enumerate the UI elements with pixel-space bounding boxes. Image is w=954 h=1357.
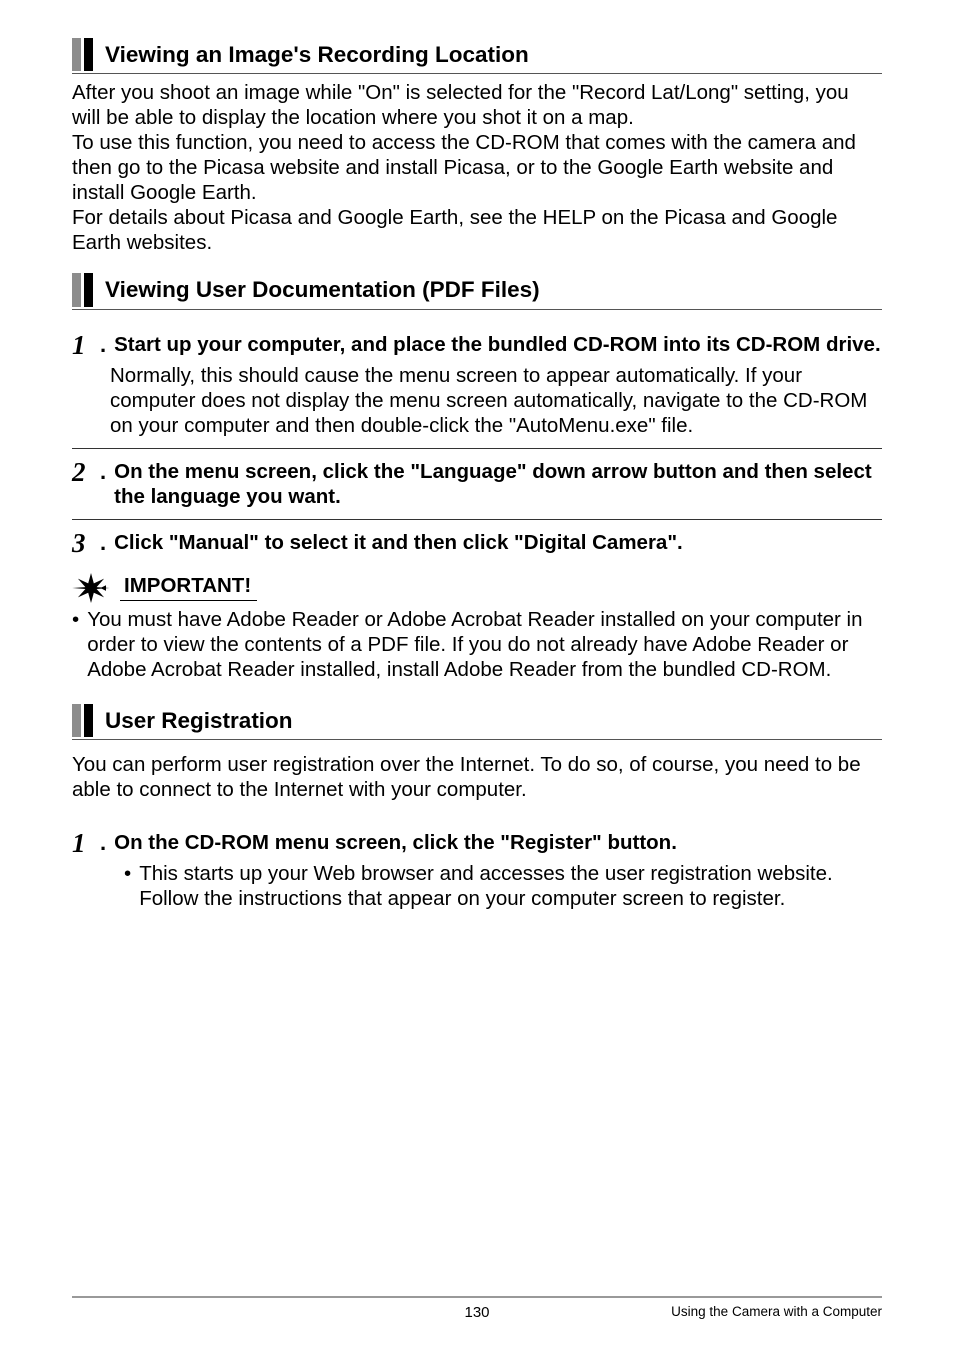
important-bullet: • You must have Adobe Reader or Adobe Ac… xyxy=(72,607,882,682)
sub-bullet-text: This starts up your Web browser and acce… xyxy=(139,861,882,911)
page-footer: 130 Using the Camera with a Computer xyxy=(72,1296,882,1319)
heading-text: Viewing User Documentation (PDF Files) xyxy=(105,273,540,306)
step-dot: . xyxy=(100,459,106,485)
step-1-reg-sub: • This starts up your Web browser and ac… xyxy=(124,861,882,911)
step-number: 1 xyxy=(72,332,96,359)
heading-text: User Registration xyxy=(105,704,293,737)
step-number: 1 xyxy=(72,830,96,857)
page-number: 130 xyxy=(464,1304,489,1321)
step-text: On the menu screen, click the "Language"… xyxy=(114,459,882,509)
step-dot: . xyxy=(100,830,106,856)
important-header: IMPORTANT! xyxy=(72,573,882,603)
heading-bar-inner xyxy=(84,38,93,71)
divider xyxy=(72,519,882,520)
section-heading-user-registration: User Registration xyxy=(72,704,882,740)
heading-text: Viewing an Image's Recording Location xyxy=(105,38,529,71)
burst-icon xyxy=(72,573,110,603)
step-1-body: Normally, this should cause the menu scr… xyxy=(110,363,882,438)
section3-body: You can perform user registration over t… xyxy=(72,752,882,802)
bullet-dot: • xyxy=(72,607,79,632)
heading-bar-outer xyxy=(72,704,81,737)
chapter-title: Using the Camera with a Computer xyxy=(671,1304,882,1319)
step-text: On the CD-ROM menu screen, click the "Re… xyxy=(114,830,882,855)
step-3: 3 . Click "Manual" to select it and then… xyxy=(72,530,882,557)
step-1: 1 . Start up your computer, and place th… xyxy=(72,332,882,359)
heading-bar-outer xyxy=(72,38,81,71)
important-label: IMPORTANT! xyxy=(120,574,257,602)
heading-bar-outer xyxy=(72,273,81,306)
step-number: 3 xyxy=(72,530,96,557)
heading-bar-inner xyxy=(84,273,93,306)
step-text: Start up your computer, and place the bu… xyxy=(114,332,882,357)
step-dot: . xyxy=(100,332,106,358)
bullet-dot: • xyxy=(124,861,131,886)
section1-body: After you shoot an image while "On" is s… xyxy=(72,80,882,255)
divider xyxy=(72,448,882,449)
bullet-text: You must have Adobe Reader or Adobe Acro… xyxy=(87,607,882,682)
step-text: Click "Manual" to select it and then cli… xyxy=(114,530,882,555)
section-heading-pdf: Viewing User Documentation (PDF Files) xyxy=(72,273,882,309)
step-1-reg: 1 . On the CD-ROM menu screen, click the… xyxy=(72,830,882,857)
step-2: 2 . On the menu screen, click the "Langu… xyxy=(72,459,882,509)
step-dot: . xyxy=(100,530,106,556)
step-number: 2 xyxy=(72,459,96,486)
heading-bar-inner xyxy=(84,704,93,737)
section-heading-viewing-location: Viewing an Image's Recording Location xyxy=(72,38,882,74)
